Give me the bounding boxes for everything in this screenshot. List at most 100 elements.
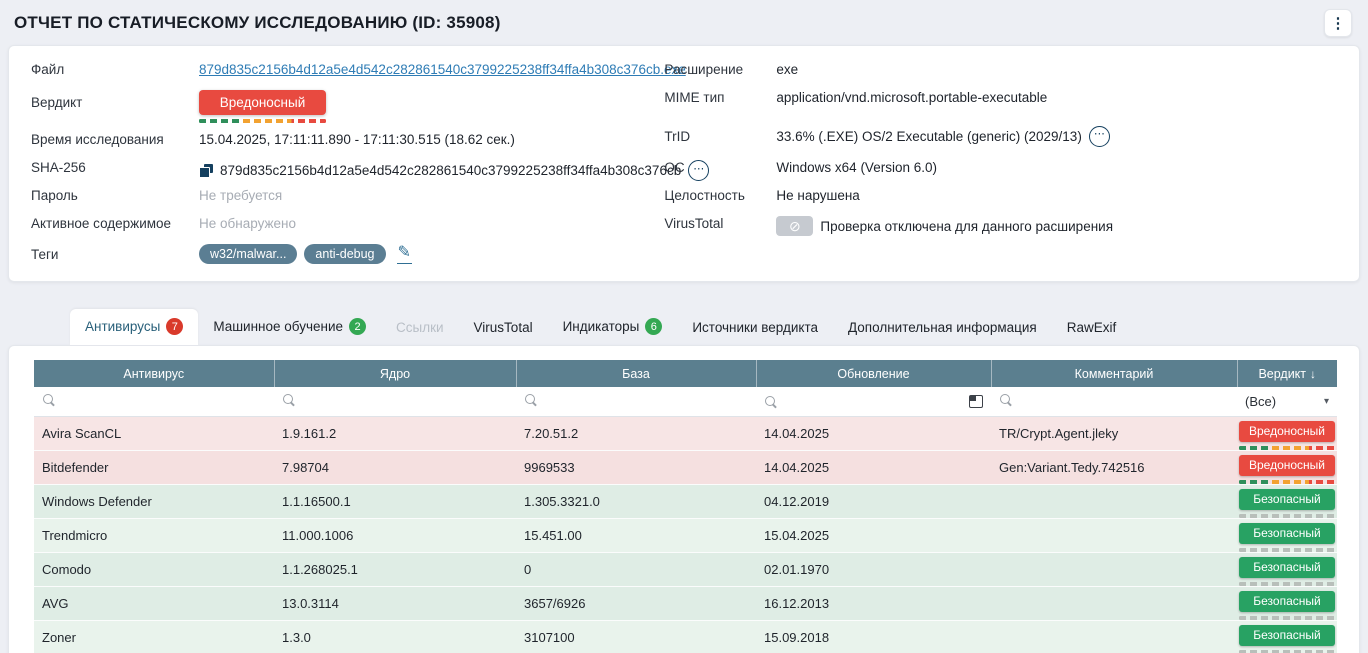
- cell-base: 0: [516, 552, 756, 586]
- cell-antivirus: Trendmicro: [34, 518, 274, 552]
- cell-comment: TR/Crypt.Agent.jleky: [991, 416, 1237, 450]
- mime-value: application/vnd.microsoft.portable-execu…: [776, 90, 1047, 105]
- cell-comment: [991, 518, 1237, 552]
- tab-label: RawExif: [1067, 320, 1117, 335]
- row-verdict-badge[interactable]: Вредоносный: [1239, 455, 1335, 476]
- row-verdict-badge[interactable]: Безопасный: [1239, 625, 1335, 646]
- tags-row: Теги w32/malwar... anti-debug ✎: [31, 241, 664, 269]
- table-row[interactable]: Windows Defender 1.1.16500.1 1.305.3321.…: [34, 484, 1337, 518]
- integrity-label: Целостность: [664, 188, 776, 203]
- tab-indicators[interactable]: Индикаторы 6: [548, 309, 678, 345]
- table-row[interactable]: Avira ScanCL 1.9.161.2 7.20.51.2 14.04.2…: [34, 416, 1337, 450]
- tab-machine-learning[interactable]: Машинное обучение 2: [198, 309, 381, 345]
- tab-antiviruses[interactable]: Антивирусы 7: [70, 309, 198, 345]
- filter-comment[interactable]: [991, 387, 1237, 416]
- os-label: ОС: [664, 160, 776, 175]
- verdict-label: Вердикт: [31, 90, 199, 110]
- cell-update: 02.01.1970: [756, 552, 991, 586]
- column-header-update[interactable]: Обновление: [756, 360, 991, 387]
- cell-update: 16.12.2013: [756, 586, 991, 620]
- os-value: Windows x64 (Version 6.0): [776, 160, 937, 175]
- active-content-row: Активное содержимое Не обнаружено: [31, 213, 664, 241]
- filter-antivirus[interactable]: [34, 387, 274, 416]
- integrity-value: Не нарушена: [776, 188, 859, 203]
- sort-desc-icon: ↓: [1310, 367, 1316, 381]
- file-link[interactable]: 879d835c2156b4d12a5e4d542c282861540c3799…: [199, 62, 686, 77]
- tab-label: Дополнительная информация: [848, 320, 1037, 335]
- trid-label: TrID: [664, 129, 776, 144]
- extension-value: exe: [776, 62, 798, 77]
- tag-pill[interactable]: w32/malwar...: [199, 244, 297, 264]
- cell-antivirus: Windows Defender: [34, 484, 274, 518]
- cell-update: 04.12.2019: [756, 484, 991, 518]
- search-icon: [764, 395, 777, 408]
- tab-additional-info[interactable]: Дополнительная информация: [833, 311, 1052, 345]
- tab-label: Антивирусы: [85, 319, 160, 334]
- row-verdict-badge[interactable]: Вредоносный: [1239, 421, 1335, 442]
- row-verdict-badge[interactable]: Безопасный: [1239, 523, 1335, 544]
- tab-virustotal[interactable]: VirusTotal: [459, 311, 548, 345]
- mime-label: MIME тип: [664, 90, 776, 105]
- tags-label: Теги: [31, 244, 199, 262]
- extension-row: Расширение exe: [664, 59, 1337, 87]
- ellipsis-icon: ⋯: [1094, 129, 1105, 140]
- cell-comment: [991, 586, 1237, 620]
- info-right-column: Расширение exe MIME тип application/vnd.…: [664, 59, 1337, 269]
- severity-scale: [1239, 446, 1335, 450]
- cell-update: 14.04.2025: [756, 416, 991, 450]
- cell-engine: 1.3.0: [274, 620, 516, 653]
- column-header-engine[interactable]: Ядро: [274, 360, 516, 387]
- column-header-comment[interactable]: Комментарий: [991, 360, 1237, 387]
- tab-count-badge: 7: [166, 318, 183, 335]
- file-label: Файл: [31, 62, 199, 77]
- filter-verdict-select[interactable]: (Все) ▾: [1237, 387, 1337, 416]
- verdict-row: Вердикт Вредоносный: [31, 87, 664, 129]
- kebab-menu-button[interactable]: ⋮: [1324, 9, 1352, 37]
- cell-antivirus: Zoner: [34, 620, 274, 653]
- page-title: ОТЧЕТ ПО СТАТИЧЕСКОМУ ИССЛЕДОВАНИЮ (ID: …: [14, 13, 501, 33]
- prohibit-icon: ⊘: [789, 218, 801, 235]
- verdict-badge[interactable]: Вредоносный: [199, 90, 326, 115]
- cell-antivirus: Comodo: [34, 552, 274, 586]
- severity-scale: [1239, 650, 1335, 653]
- column-header-antivirus[interactable]: Антивирус: [34, 360, 274, 387]
- active-content-value: Не обнаружено: [199, 216, 296, 231]
- edit-tags-icon[interactable]: ✎: [397, 244, 412, 264]
- search-icon: [999, 393, 1012, 406]
- table-header-row: Антивирус Ядро База Обновление Комментар…: [34, 360, 1337, 387]
- analysis-time-label: Время исследования: [31, 132, 199, 147]
- antivirus-table: Антивирус Ядро База Обновление Комментар…: [34, 360, 1337, 653]
- analysis-time-value: 15.04.2025, 17:11:11.890 - 17:11:30.515 …: [199, 132, 515, 147]
- password-value: Не требуется: [199, 188, 282, 203]
- row-verdict-badge[interactable]: Безопасный: [1239, 591, 1335, 612]
- trid-more-button[interactable]: ⋯: [1089, 126, 1110, 147]
- table-row[interactable]: AVG 13.0.3114 3657/6926 16.12.2013 Безоп…: [34, 586, 1337, 620]
- cell-base: 1.305.3321.0: [516, 484, 756, 518]
- severity-scale: [1239, 548, 1335, 552]
- filter-base[interactable]: [516, 387, 756, 416]
- table-row[interactable]: Zoner 1.3.0 3107100 15.09.2018 Безопасны…: [34, 620, 1337, 653]
- table-row[interactable]: Bitdefender 7.98704 9969533 14.04.2025 G…: [34, 450, 1337, 484]
- trid-value: 33.6% (.EXE) OS/2 Executable (generic) (…: [776, 129, 1081, 144]
- tag-pill[interactable]: anti-debug: [304, 244, 385, 264]
- table-row[interactable]: Trendmicro 11.000.1006 15.451.00 15.04.2…: [34, 518, 1337, 552]
- tab-verdict-sources[interactable]: Источники вердикта: [677, 311, 833, 345]
- table-row[interactable]: Comodo 1.1.268025.1 0 02.01.1970 Безопас…: [34, 552, 1337, 586]
- cell-antivirus: AVG: [34, 586, 274, 620]
- filter-engine[interactable]: [274, 387, 516, 416]
- antivirus-table-panel: Антивирус Ядро База Обновление Комментар…: [8, 345, 1360, 653]
- cell-comment: [991, 620, 1237, 653]
- active-content-label: Активное содержимое: [31, 216, 199, 231]
- row-verdict-badge[interactable]: Безопасный: [1239, 489, 1335, 510]
- filter-update[interactable]: [756, 387, 991, 416]
- calendar-icon[interactable]: [969, 395, 983, 408]
- tab-rawexif[interactable]: RawExif: [1052, 311, 1132, 345]
- row-verdict-badge[interactable]: Безопасный: [1239, 557, 1335, 578]
- copy-icon[interactable]: [199, 164, 213, 178]
- column-header-verdict[interactable]: Вердикт↓: [1237, 360, 1337, 387]
- cell-base: 9969533: [516, 450, 756, 484]
- filter-verdict-value: (Все): [1245, 394, 1276, 409]
- integrity-row: Целостность Не нарушена: [664, 185, 1337, 213]
- column-header-base[interactable]: База: [516, 360, 756, 387]
- search-icon: [42, 393, 55, 406]
